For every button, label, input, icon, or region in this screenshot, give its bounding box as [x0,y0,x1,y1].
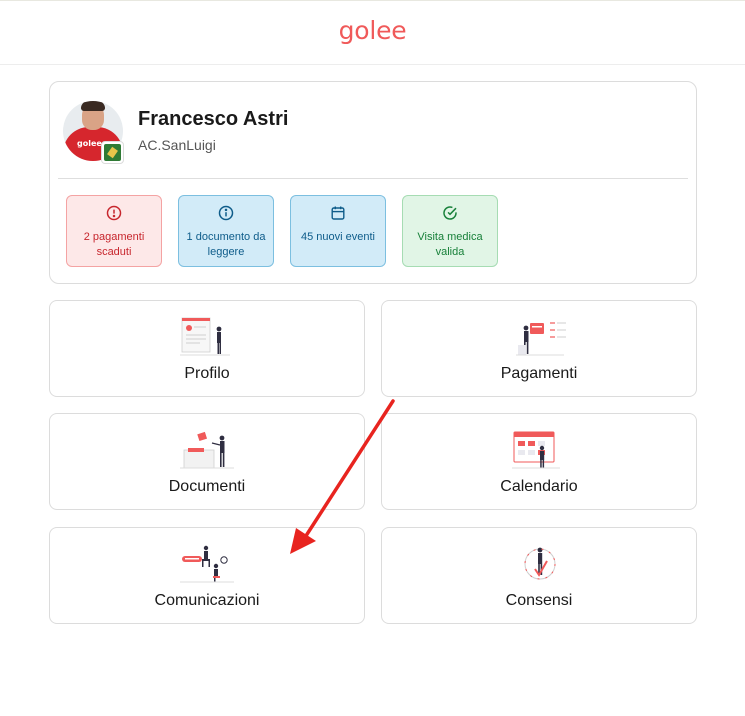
profile-card: golee Francesco Astri AC.SanLuigi 2 paga… [49,81,697,284]
club-logo-icon [101,141,124,164]
alert-circle-icon [106,205,122,221]
badge-label: 45 nuovi eventi [301,231,375,243]
golee-logo[interactable]: golee [339,16,407,45]
communications-illustration-icon [180,545,234,583]
tile-label: Documenti [168,478,246,495]
tile-calendario[interactable]: Calendario [381,413,697,510]
check-circle-icon [443,206,457,220]
tile-label: Pagamenti [500,365,578,382]
top-bar: golee [0,0,745,65]
payments-illustration-icon [516,322,566,356]
tile-label: Profilo [184,365,230,382]
tile-label: Calendario [500,478,578,495]
overdue-payments-badge[interactable]: 2 pagamenti scaduti [66,195,162,267]
badge-label: Visita medica valida [417,231,483,258]
documents-illustration-icon [180,431,234,469]
calendar-illustration-icon [512,431,560,469]
consents-illustration-icon [524,547,556,580]
calendar-icon [331,206,345,220]
badge-label: 2 pagamenti scaduti [83,231,145,258]
avatar-shirt-logo: golee [77,139,102,148]
info-circle-icon [218,205,234,221]
profile-club: AC.SanLuigi [138,137,216,153]
tile-consensi[interactable]: Consensi [381,527,697,624]
unread-documents-badge[interactable]: 1 documento da leggere [178,195,274,267]
tile-profilo[interactable]: Profilo [49,300,365,397]
profile-illustration-icon [180,317,230,356]
tile-documenti[interactable]: Documenti [49,413,365,510]
divider [58,178,688,179]
tile-comunicazioni[interactable]: Comunicazioni [49,527,365,624]
profile-name: Francesco Astri [138,108,289,130]
tile-pagamenti[interactable]: Pagamenti [381,300,697,397]
new-events-badge[interactable]: 45 nuovi eventi [290,195,386,267]
tile-label: Consensi [505,592,573,609]
badge-label: 1 documento da leggere [186,231,266,258]
medical-visit-badge[interactable]: Visita medica valida [402,195,498,267]
tile-label: Comunicazioni [154,592,260,609]
